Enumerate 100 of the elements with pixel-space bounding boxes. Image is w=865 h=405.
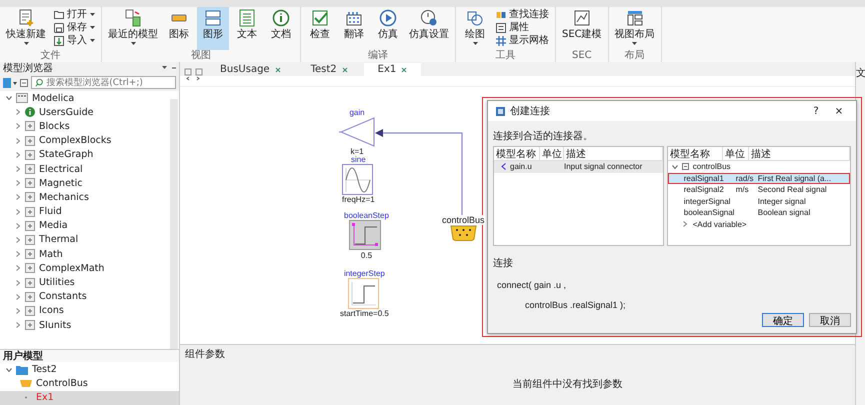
- editor-tab[interactable]: BusUsage: [206, 63, 295, 76]
- tree-item[interactable]: Thermal: [0, 232, 169, 248]
- library-icon: [25, 178, 35, 188]
- group-label: SEC: [571, 50, 593, 62]
- properties-icon: [496, 22, 506, 32]
- integer-step-block-icon: [348, 278, 380, 309]
- save-icon: [54, 22, 64, 32]
- ribbon-button[interactable]: 图形: [197, 7, 229, 50]
- signal-row[interactable]: realSignal2 m/s Second Real signal: [668, 184, 850, 196]
- ribbon-button[interactable]: 文本: [231, 7, 263, 50]
- close-icon[interactable]: [401, 66, 408, 72]
- ribbon-button[interactable]: 最近的模型: [105, 7, 161, 50]
- tree-item[interactable]: Icons: [0, 304, 169, 318]
- forward-icon[interactable]: [196, 76, 200, 81]
- find-connection-icon: [496, 10, 506, 20]
- ribbon-button[interactable]: 快速新建: [3, 7, 49, 50]
- connector-description: Input signal connector: [564, 162, 644, 172]
- ribbon-button[interactable]: 显示网格: [496, 35, 549, 46]
- component-name: integerStep: [344, 270, 385, 278]
- tree-item[interactable]: Media: [0, 218, 169, 233]
- group-label: 文件: [40, 50, 62, 62]
- connector-row[interactable]: gain.u Input signal connector: [494, 161, 663, 172]
- ribbon-button[interactable]: 图标: [163, 7, 195, 50]
- tree-item[interactable]: Utilities: [0, 275, 169, 290]
- code-line: connect( gain .u ,: [496, 280, 568, 290]
- tree-label: ControlBus: [36, 378, 88, 390]
- ribbon-button[interactable]: 翻译: [338, 7, 370, 50]
- library-icon: [25, 206, 35, 217]
- dialog-title: 创建连接: [510, 104, 550, 118]
- close-icon[interactable]: [274, 66, 281, 72]
- code-line: controlBus .realSignal1 );: [524, 300, 627, 310]
- tree-item[interactable]: Magnetic: [0, 176, 169, 190]
- tree-label: Mechanics: [39, 192, 89, 203]
- editor-tab[interactable]: Test2: [296, 63, 362, 76]
- tree-item[interactable]: SIunits: [0, 318, 169, 332]
- ribbon-button[interactable]: 检查: [304, 7, 336, 50]
- panel-title: 模型浏览器: [3, 62, 53, 75]
- column-header: 描述: [748, 147, 850, 161]
- component-parameter: 0.5: [360, 251, 372, 260]
- folder-icon: [16, 364, 28, 375]
- signal-name: realSignal2: [684, 185, 725, 194]
- library-icon: [25, 320, 35, 330]
- tree-item[interactable]: Fluid: [0, 204, 169, 219]
- library-icon: [25, 249, 35, 260]
- ribbon-button[interactable]: 视图布局: [612, 7, 658, 50]
- signal-description: First Real signal (a...: [758, 174, 832, 183]
- ribbon-button[interactable]: 绘图: [459, 7, 491, 50]
- tree-item[interactable]: ComplexBlocks: [0, 134, 169, 148]
- library-icon: [25, 234, 35, 245]
- scrollbar[interactable]: [170, 99, 178, 350]
- signal-description: Second Real signal: [758, 185, 828, 194]
- bus-icon: [682, 163, 689, 170]
- tree-item[interactable]: Math: [0, 247, 169, 262]
- signal-description: Boolean signal: [758, 208, 812, 218]
- signal-row[interactable]: integerSignal Integer signal: [668, 196, 850, 207]
- tree-item[interactable]: ControlBus: [0, 376, 179, 391]
- boolean-step-block-icon: [349, 220, 384, 251]
- help-button[interactable]: ?: [807, 106, 825, 116]
- gain-block-icon: [338, 117, 376, 147]
- close-icon[interactable]: [342, 66, 348, 72]
- cancel-button[interactable]: 取消: [809, 313, 851, 327]
- package-icon: [16, 93, 28, 104]
- ribbon-button[interactable]: 保存: [54, 22, 95, 33]
- back-icon[interactable]: [186, 76, 190, 81]
- panel-menu-icon[interactable]: [162, 66, 176, 70]
- signal-name: integerSignal: [684, 196, 732, 206]
- ribbon-button[interactable]: 仿真设置: [406, 7, 452, 50]
- library-icon: [25, 136, 35, 146]
- collapse-icon[interactable]: [20, 78, 28, 86]
- signal-row[interactable]: realSignal1 rad/s First Real signal (a...: [668, 172, 850, 184]
- tree-item[interactable]: Electrical: [0, 162, 169, 176]
- tree-item[interactable]: Blocks: [0, 119, 169, 134]
- window-icon[interactable]: [184, 68, 204, 76]
- ribbon-button[interactable]: 属性: [496, 22, 549, 33]
- ribbon-button[interactable]: SEC建模: [559, 7, 605, 50]
- tree-item[interactable]: Mechanics: [0, 190, 169, 204]
- tree-item[interactable]: Modelica: [0, 91, 169, 106]
- signal-row[interactable]: booleanSignal Boolean signal: [668, 207, 850, 218]
- tree-item[interactable]: <Add variable>: [668, 218, 850, 230]
- ok-button[interactable]: 确定: [762, 313, 804, 327]
- ribbon-button[interactable]: 导入: [54, 35, 95, 46]
- tree-item[interactable]: ComplexMath: [0, 261, 169, 276]
- ribbon-button[interactable]: 仿真: [372, 7, 404, 50]
- input-connector-icon: [501, 163, 506, 170]
- close-button[interactable]: ×: [830, 106, 848, 116]
- group-label: 工具: [494, 50, 516, 62]
- ribbon-button[interactable]: 文档: [265, 7, 297, 50]
- tree-item[interactable]: controlBus: [668, 161, 850, 172]
- column-header: 模型名称: [668, 147, 723, 161]
- tree-label: controlBus: [692, 162, 731, 172]
- search-icon: [35, 78, 44, 87]
- view-mode-icon[interactable]: [3, 78, 17, 88]
- ribbon-button[interactable]: 打开: [54, 9, 95, 20]
- column-header: 单位: [722, 147, 749, 161]
- tree-item[interactable]: StateGraph: [0, 148, 169, 162]
- tree-item[interactable]: UsersGuide: [0, 105, 169, 120]
- tree-item[interactable]: Test2: [0, 362, 179, 377]
- tree-item[interactable]: Constants: [0, 290, 169, 304]
- editor-tab[interactable]: Ex1: [364, 63, 422, 76]
- ribbon-button[interactable]: 查找连接: [496, 9, 549, 20]
